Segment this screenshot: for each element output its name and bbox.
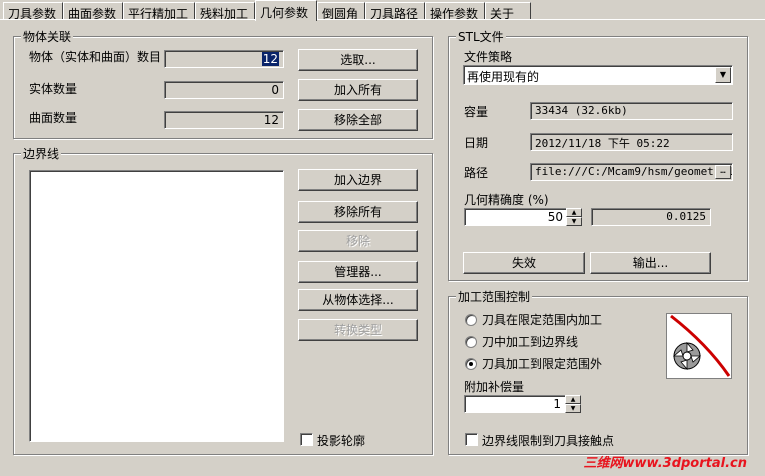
precision-input[interactable]: 50 <box>464 208 568 226</box>
precision-spinner[interactable]: ▲ ▼ <box>566 208 582 226</box>
stl-file-title: STL文件 <box>456 28 506 45</box>
spin-down-icon[interactable]: ▼ <box>565 404 581 413</box>
cutter-boundary-icon <box>670 314 731 377</box>
path-label: 路径 <box>464 166 489 180</box>
radio-outside-range-label: 刀具加工到限定范围外 <box>482 357 603 371</box>
file-strategy-label: 文件策略 <box>464 50 513 64</box>
surface-count-field: 12 <box>164 111 284 129</box>
path-value: file:///C:/Mcam9/hsm/geometry1. <box>535 165 733 178</box>
tab-geometry-params[interactable]: 几何参数 <box>255 0 317 21</box>
extra-offset-label: 附加补偿量 <box>464 380 525 394</box>
watermark: 三维网www.3dportal.cn <box>583 456 747 471</box>
tab-operation-params[interactable]: 操作参数 <box>425 2 485 21</box>
projection-checkbox[interactable] <box>300 433 313 446</box>
object-count-value: 12 <box>261 52 279 66</box>
remove-all-boundaries-button[interactable]: 移除所有 <box>298 201 418 223</box>
spin-up-icon[interactable]: ▲ <box>566 208 582 217</box>
path-field: file:///C:/Mcam9/hsm/geometry1. … <box>530 163 733 181</box>
tab-bar: 刀具参数 曲面参数 平行精加工 残料加工 几何参数 倒圆角 刀具路径 操作参数 … <box>0 0 765 21</box>
contact-point-checkbox-label: 边界线限制到刀具接触点 <box>482 434 615 448</box>
tab-about[interactable]: 关于 <box>485 2 531 21</box>
date-label: 日期 <box>464 136 489 150</box>
date-field: 2012/11/18 下午 05:22 <box>530 133 733 151</box>
browse-ellipsis-icon[interactable]: … <box>715 165 731 179</box>
boundary-list[interactable] <box>29 170 284 442</box>
export-button[interactable]: 输出... <box>590 252 711 274</box>
manager-button[interactable]: 管理器... <box>298 261 418 283</box>
tool-range-illustration <box>666 313 732 379</box>
select-from-object-button[interactable]: 从物体选择... <box>298 289 418 311</box>
spin-down-icon[interactable]: ▼ <box>566 217 582 226</box>
radio-inside-range[interactable] <box>465 314 477 326</box>
contact-point-checkbox[interactable] <box>465 433 478 446</box>
tab-rest-machining[interactable]: 残料加工 <box>195 2 255 21</box>
tab-fillet[interactable]: 倒圆角 <box>317 2 365 21</box>
add-boundary-button[interactable]: 加入边界 <box>298 169 418 191</box>
capacity-field: 33434 (32.6kb) <box>530 102 733 120</box>
radio-outside-range[interactable] <box>465 358 477 370</box>
radio-inside-range-label: 刀具在限定范围内加工 <box>482 313 603 327</box>
add-all-button[interactable]: 加入所有 <box>298 79 418 101</box>
tab-baseline <box>0 19 765 20</box>
radio-center-to-boundary[interactable] <box>465 336 477 348</box>
tab-tool-params[interactable]: 刀具参数 <box>3 2 63 21</box>
precision-label: 几何精确度 (%) <box>464 193 549 207</box>
range-control-title: 加工范围控制 <box>456 288 533 305</box>
solid-count-field: 0 <box>164 81 284 99</box>
projection-checkbox-label: 投影轮廓 <box>317 434 366 448</box>
precision-result-field: 0.0125 <box>591 208 711 226</box>
tab-surface-params[interactable]: 曲面参数 <box>63 2 123 21</box>
object-association-title: 物体关联 <box>21 28 74 45</box>
object-count-label: 物体（实体和曲面）数目 <box>29 50 162 64</box>
tab-parallel-finish[interactable]: 平行精加工 <box>123 2 195 21</box>
convert-type-button[interactable]: 转换类型 <box>298 319 418 341</box>
file-strategy-value: 再使用现有的 <box>467 70 540 84</box>
file-strategy-select[interactable]: 再使用现有的 ▼ <box>463 65 733 85</box>
offset-spinner[interactable]: ▲ ▼ <box>565 395 581 413</box>
spin-up-icon[interactable]: ▲ <box>565 395 581 404</box>
select-button[interactable]: 选取... <box>298 49 418 71</box>
remove-boundary-button[interactable]: 移除 <box>298 230 418 252</box>
object-count-field: 12 <box>164 50 284 68</box>
solid-count-label: 实体数量 <box>29 82 78 96</box>
tab-toolpath[interactable]: 刀具路径 <box>365 2 425 21</box>
extra-offset-input[interactable]: 1 <box>464 395 566 413</box>
capacity-label: 容量 <box>464 105 489 119</box>
surface-count-label: 曲面数量 <box>29 111 78 125</box>
radio-center-to-boundary-label: 刀中加工到边界线 <box>482 335 579 349</box>
remove-all-objects-button[interactable]: 移除全部 <box>298 109 418 131</box>
boundary-title: 边界线 <box>21 145 62 162</box>
chevron-down-icon[interactable]: ▼ <box>715 67 731 83</box>
invalidate-button[interactable]: 失效 <box>463 252 585 274</box>
